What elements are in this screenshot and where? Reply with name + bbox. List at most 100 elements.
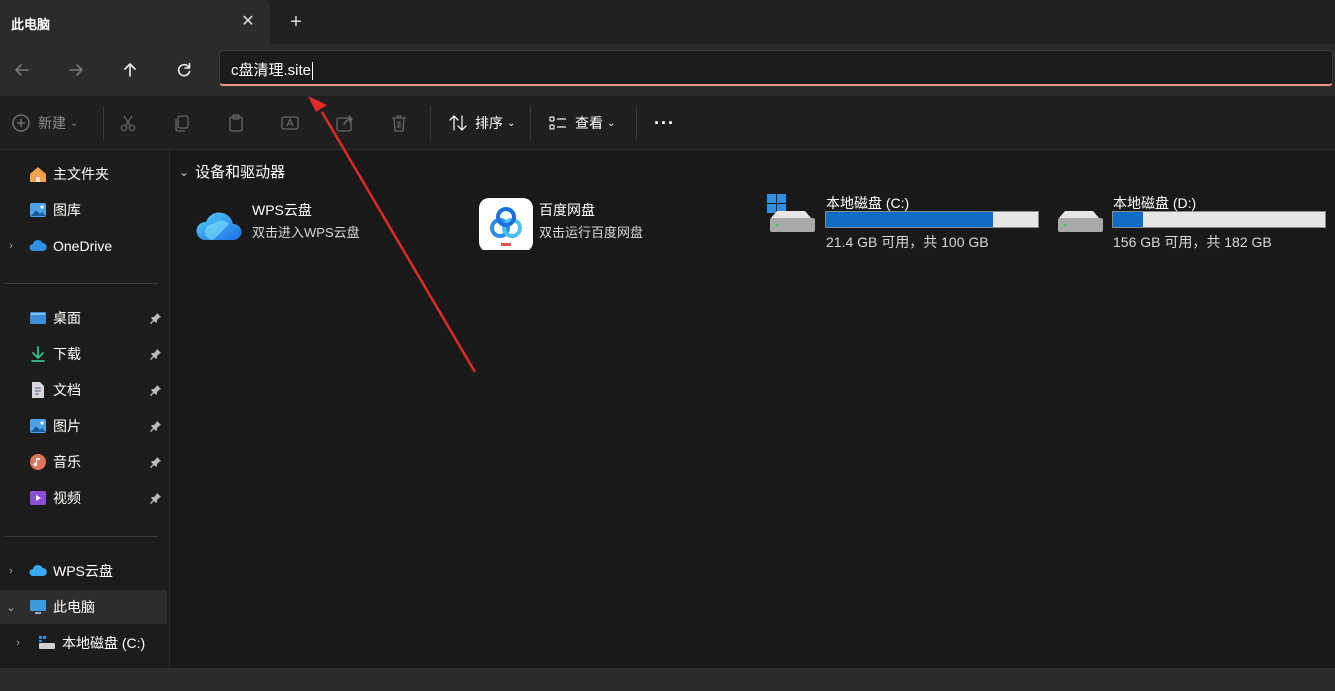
drive-usage-fill — [1113, 212, 1144, 227]
close-tab-icon[interactable]: ✕ — [238, 12, 258, 32]
desktop-icon — [28, 308, 48, 328]
scissors-icon — [120, 115, 136, 132]
tab-this-pc[interactable]: 此电脑 ✕ — [0, 0, 270, 44]
chevron-right-icon[interactable]: › — [5, 565, 17, 577]
arrow-up-icon — [124, 63, 136, 77]
address-input[interactable]: c盘清理.site — [231, 59, 314, 81]
chevron-right-icon[interactable]: › — [12, 637, 24, 649]
delete-button[interactable] — [388, 111, 410, 135]
drive-usage-fill — [826, 212, 993, 227]
clipboard-icon — [229, 114, 243, 132]
toolbar-divider — [103, 106, 104, 140]
system-drive-icon — [767, 194, 815, 232]
pin-icon[interactable] — [150, 384, 162, 396]
address-bar[interactable]: c盘清理.site — [219, 50, 1333, 86]
pin-icon[interactable] — [150, 312, 162, 324]
pictures-icon — [28, 416, 48, 436]
cloud-icon — [28, 236, 48, 256]
arrow-left-icon — [15, 64, 29, 76]
computer-icon — [28, 597, 48, 617]
sidebar-item-pictures[interactable]: 图片 — [0, 409, 167, 443]
sidebar-item-onedrive[interactable]: › OneDrive — [0, 229, 167, 263]
back-button[interactable] — [8, 56, 36, 84]
section-title: 设备和驱动器 — [195, 164, 286, 181]
sidebar-label: 桌面 — [53, 310, 81, 326]
new-tab-icon[interactable]: + — [286, 12, 306, 32]
new-button[interactable]: 新建 ⌄ — [10, 111, 78, 135]
rename-button[interactable] — [279, 111, 301, 135]
drive-icon — [37, 633, 57, 653]
tile-subtitle: 双击运行百度网盘 — [539, 225, 644, 240]
sidebar-item-music[interactable]: 音乐 — [0, 445, 167, 479]
share-button[interactable] — [334, 111, 356, 135]
video-icon — [28, 488, 48, 508]
chevron-right-icon[interactable]: › — [5, 240, 17, 252]
sidebar-item-wps[interactable]: › WPS云盘 — [0, 554, 167, 588]
sidebar-label: 视频 — [53, 490, 81, 506]
drive-name: 本地磁盘 (D:) — [1113, 195, 1197, 211]
drive-usage-bar — [1112, 211, 1326, 228]
tile-name: WPS云盘 — [252, 202, 312, 218]
sidebar-label: OneDrive — [53, 238, 113, 254]
forward-button[interactable] — [62, 56, 90, 84]
wps-cloud-icon — [28, 561, 48, 581]
paste-button[interactable] — [225, 111, 247, 135]
pin-icon[interactable] — [150, 456, 162, 468]
toolbar-divider — [636, 106, 637, 140]
copy-button[interactable] — [171, 111, 193, 135]
tile-wps-cloud[interactable]: WPS云盘 双击进入WPS云盘 — [193, 190, 453, 250]
tile-local-disk-d[interactable]: 本地磁盘 (D:) 156 GB 可用，共 182 GB — [1055, 190, 1335, 250]
sidebar-label: 文档 — [53, 382, 81, 398]
plus-circle-icon — [12, 114, 30, 132]
download-icon — [28, 344, 48, 364]
sidebar-label: 图片 — [53, 418, 81, 434]
home-icon — [28, 164, 48, 184]
sidebar-divider — [5, 283, 158, 284]
sidebar-label: 主文件夹 — [53, 166, 109, 182]
sidebar-divider — [5, 536, 158, 537]
command-bar: 新建 ⌄ 排序 ⌄ 查看 ⌄ ··· — [0, 96, 1335, 150]
sidebar-label: 下载 — [53, 346, 81, 362]
sidebar-item-home[interactable]: 主文件夹 — [0, 157, 167, 191]
drive-name: 本地磁盘 (C:) — [826, 195, 910, 211]
content-pane: ⌄ 设备和驱动器 WPS云盘 双击进入WPS云盘 百度网盘 双击运行百度网盘 本… — [171, 150, 1335, 668]
pin-icon[interactable] — [150, 420, 162, 432]
sidebar-item-gallery[interactable]: 图库 — [0, 193, 167, 227]
chevron-down-icon: ⌄ — [179, 164, 190, 179]
text-caret — [312, 62, 314, 81]
view-label: 查看 — [575, 115, 603, 131]
sidebar-label: 图库 — [53, 202, 81, 218]
tile-name: 百度网盘 — [539, 202, 595, 218]
sidebar-item-documents[interactable]: 文档 — [0, 373, 167, 407]
view-button[interactable]: 查看 ⌄ — [547, 111, 615, 135]
sort-icon — [449, 115, 467, 131]
pin-icon[interactable] — [150, 348, 162, 360]
sidebar-label: WPS云盘 — [53, 563, 113, 579]
pin-icon[interactable] — [150, 492, 162, 504]
sidebar-item-this-pc[interactable]: ⌄ 此电脑 — [0, 590, 167, 624]
drive-free-text: 156 GB 可用，共 182 GB — [1113, 234, 1272, 250]
navigation-pane: 主文件夹 图库 › OneDrive 桌面 下载 文档 图片 音乐 视频 › W… — [0, 150, 170, 668]
chevron-down-icon[interactable]: ⌄ — [5, 601, 17, 614]
tile-local-disk-c[interactable]: 本地磁盘 (C:) 21.4 GB 可用，共 100 GB — [767, 190, 1047, 250]
tile-baidu-netdisk[interactable]: 百度网盘 双击运行百度网盘 — [479, 190, 739, 250]
sidebar-item-videos[interactable]: 视频 — [0, 481, 167, 515]
refresh-icon — [177, 62, 191, 77]
tile-subtitle: 双击进入WPS云盘 — [252, 225, 360, 240]
sidebar-item-desktop[interactable]: 桌面 — [0, 301, 167, 335]
toolbar-divider — [530, 106, 531, 140]
sidebar-item-local-disk-c[interactable]: › 本地磁盘 (C:) — [0, 626, 167, 660]
drive-free-text: 21.4 GB 可用，共 100 GB — [826, 234, 989, 250]
sidebar-label: 音乐 — [53, 454, 81, 470]
up-button[interactable] — [116, 56, 144, 84]
chevron-down-icon: ⌄ — [507, 117, 516, 129]
section-header-devices[interactable]: ⌄ 设备和驱动器 — [179, 161, 285, 182]
drive-usage-bar — [825, 211, 1039, 228]
sidebar-item-downloads[interactable]: 下载 — [0, 337, 167, 371]
sort-button[interactable]: 排序 ⌄ — [447, 111, 515, 135]
refresh-button[interactable] — [170, 56, 198, 84]
cut-button[interactable] — [117, 111, 139, 135]
share-icon — [336, 115, 353, 132]
more-options-button[interactable]: ··· — [654, 111, 675, 135]
more-icon: ··· — [654, 112, 675, 133]
